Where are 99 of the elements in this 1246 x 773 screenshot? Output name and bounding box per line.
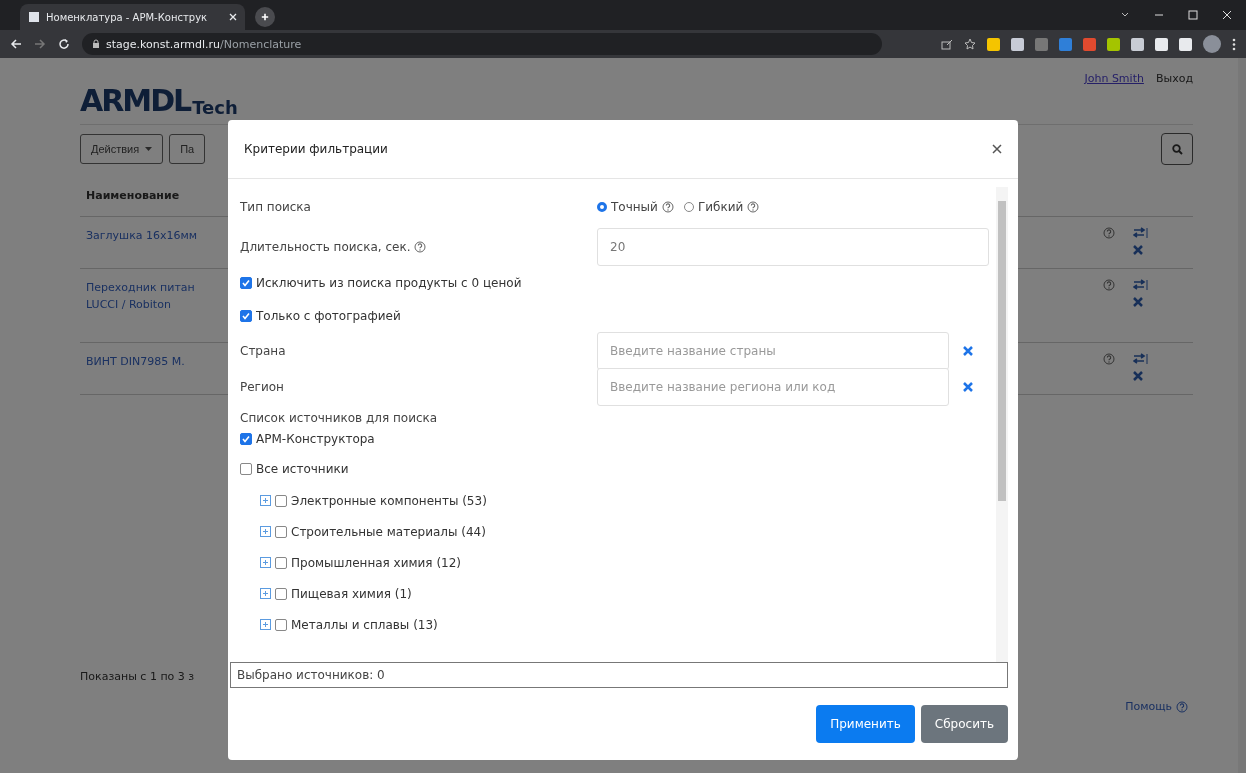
user-link[interactable]: John Smith	[1084, 72, 1144, 85]
checkbox[interactable]	[240, 277, 252, 289]
checkbox[interactable]	[240, 433, 252, 445]
radio-option[interactable]: Гибкий	[683, 200, 760, 214]
toolbar-button[interactable]: Па	[169, 134, 206, 164]
expand-icon[interactable]	[261, 620, 270, 629]
close-icon[interactable]	[1222, 10, 1232, 20]
delete-icon[interactable]	[1133, 371, 1143, 381]
extension-icon[interactable]	[1179, 37, 1192, 51]
browser-tab[interactable]: Номенклатура - АРМ-Конструк	[20, 4, 245, 30]
checkbox[interactable]	[240, 310, 252, 322]
help-icon	[747, 201, 760, 213]
url-text: stage.konst.armdl.ru/Nomenclature	[106, 37, 302, 51]
close-icon	[992, 144, 1002, 154]
close-button[interactable]	[992, 144, 1002, 154]
region-field[interactable]: Введите название региона или код	[597, 368, 949, 406]
product-link[interactable]: Заглушка 16х16мм	[86, 227, 226, 258]
check-icon	[242, 312, 250, 320]
checkbox-label: Исключить из поиска продукты с 0 ценой	[256, 276, 522, 290]
forward-arrow-icon[interactable]	[34, 38, 46, 50]
close-icon	[963, 346, 973, 356]
actions-button[interactable]: Действия	[80, 134, 164, 164]
extension-icon[interactable]	[1131, 37, 1144, 51]
expand-icon[interactable]	[261, 589, 270, 598]
delete-icon[interactable]	[1133, 297, 1143, 307]
close-icon	[963, 382, 973, 392]
checkbox[interactable]	[240, 463, 252, 475]
help-icon	[1103, 279, 1115, 291]
checkbox[interactable]	[275, 587, 287, 600]
kebab-menu-icon[interactable]	[1232, 37, 1236, 51]
reset-button[interactable]: Сбросить	[920, 705, 1008, 743]
radio-option[interactable]: Точный	[597, 200, 674, 214]
help-icon	[414, 241, 427, 253]
delete-icon[interactable]	[1133, 245, 1143, 255]
pagination-info: Показаны с 1 по 3 з	[80, 670, 195, 685]
field-label: Регион	[240, 380, 285, 394]
new-tab-button[interactable]	[255, 7, 275, 27]
category-label: Электронные компоненты (53)	[291, 493, 487, 508]
scrollbar[interactable]	[996, 187, 1008, 662]
swap-arrows-icon[interactable]	[1133, 227, 1149, 239]
extension-icon[interactable]	[987, 37, 1000, 51]
check-icon	[242, 435, 250, 443]
reload-icon[interactable]	[58, 38, 70, 50]
close-icon[interactable]	[229, 13, 237, 21]
address-field[interactable]: stage.konst.armdl.ru/Nomenclature	[82, 33, 882, 55]
checkbox-label: АРМ-Конструктора	[256, 432, 375, 446]
checkbox[interactable]	[275, 494, 287, 507]
help-icon	[1103, 227, 1115, 239]
category-label: Пищевая химия (1)	[291, 586, 412, 601]
apply-button[interactable]: Применить	[816, 705, 915, 743]
maximize-icon[interactable]	[1188, 10, 1198, 20]
search-button[interactable]	[1161, 133, 1193, 165]
dialog-title: Критерии фильтрации	[244, 142, 388, 156]
back-arrow-icon[interactable]	[10, 38, 22, 50]
checkbox[interactable]	[275, 525, 287, 538]
search-icon	[1171, 143, 1183, 155]
field-label: Тип поиска	[240, 200, 312, 214]
column-header: Наименование	[86, 189, 180, 202]
extension-icon[interactable]	[1155, 37, 1168, 51]
checkbox-label: Все источники	[256, 462, 349, 476]
page-scrollbar[interactable]	[1238, 58, 1246, 773]
lock-icon	[92, 39, 100, 49]
duration-field[interactable]: 20	[597, 228, 989, 266]
category-label: Металлы и сплавы (13)	[291, 617, 438, 632]
selected-count: Выбрано источников: 0	[230, 662, 1008, 688]
expand-icon[interactable]	[261, 558, 270, 567]
checkbox[interactable]	[275, 556, 287, 569]
share-icon[interactable]	[941, 38, 953, 50]
field-label: Страна	[240, 344, 287, 358]
category-label: Промышленная химия (12)	[291, 555, 462, 570]
clear-button[interactable]	[963, 346, 973, 356]
field-label: Длительность поиска, сек.	[240, 240, 411, 254]
page-icon	[28, 11, 40, 23]
swap-arrows-icon[interactable]	[1133, 353, 1149, 365]
help-icon	[1103, 353, 1115, 365]
product-link[interactable]: Переходник питан LUCCI / Robiton	[86, 279, 226, 332]
caret-icon	[145, 147, 153, 151]
product-link[interactable]: ВИНТ DIN7985 M.	[86, 353, 226, 384]
check-icon	[242, 279, 250, 287]
country-field[interactable]: Введите название страны	[597, 332, 949, 370]
extension-icon[interactable]	[1011, 37, 1024, 51]
section-label: Список источников для поиска	[240, 411, 439, 425]
extension-icon[interactable]	[1107, 37, 1120, 51]
checkbox[interactable]	[275, 618, 287, 631]
star-icon[interactable]	[964, 38, 976, 50]
logout-link[interactable]: Выход	[1155, 72, 1193, 85]
plus-icon	[261, 12, 269, 22]
category-label: Строительные материалы (44)	[291, 524, 486, 539]
help-link[interactable]: Помощь	[1125, 700, 1188, 713]
avatar[interactable]	[1203, 35, 1221, 53]
help-icon	[1176, 700, 1188, 713]
help-icon	[661, 201, 674, 213]
tab-title: Номенклатура - АРМ-Конструк	[46, 11, 209, 23]
logo: ARMDLTech	[80, 82, 238, 118]
expand-icon[interactable]	[261, 496, 270, 505]
checkbox-label: Только с фотографией	[256, 309, 401, 323]
swap-arrows-icon[interactable]	[1133, 279, 1149, 291]
clear-button[interactable]	[963, 382, 973, 392]
expand-icon[interactable]	[261, 527, 270, 536]
